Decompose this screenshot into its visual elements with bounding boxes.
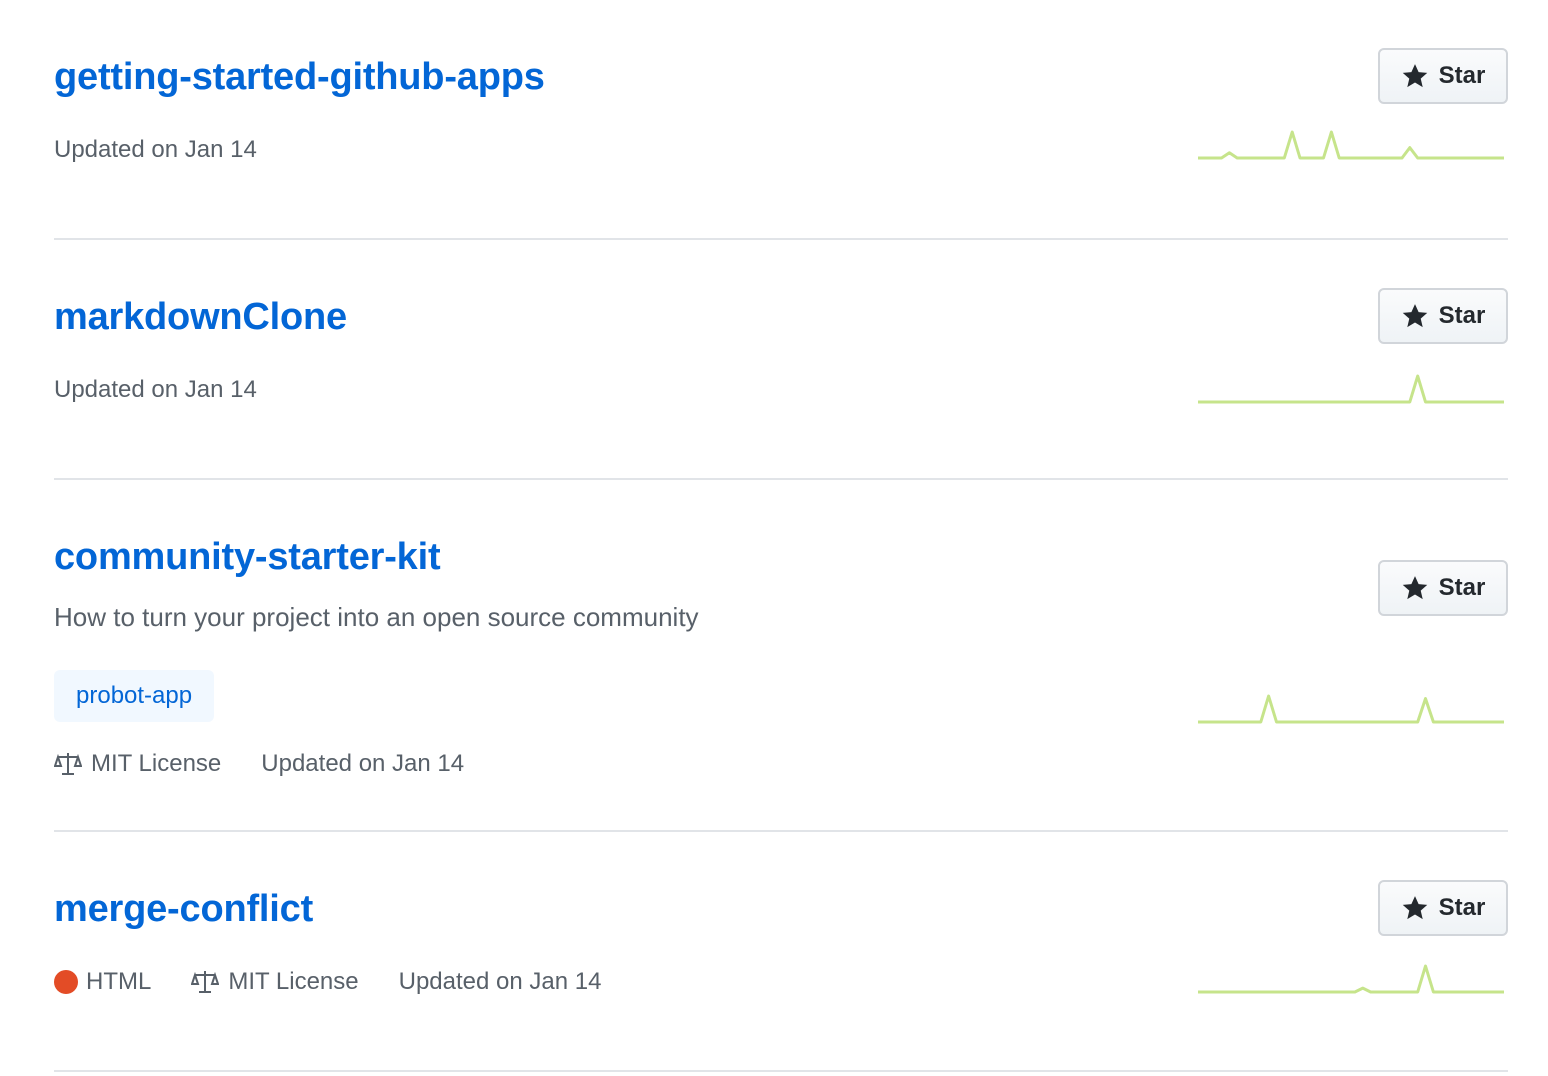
star-icon xyxy=(1402,304,1427,328)
updated-date: Updated on Jan 14 xyxy=(54,376,257,403)
license: MIT License xyxy=(54,750,221,778)
language-label: HTML xyxy=(86,968,152,995)
star-button[interactable]: Star xyxy=(1378,880,1508,936)
sparkline-path xyxy=(1198,130,1504,160)
repo-item: community-starter-kit How to turn your p… xyxy=(54,480,1508,832)
repo-name-link[interactable]: community-starter-kit xyxy=(54,536,441,579)
star-label: Star xyxy=(1438,574,1486,601)
updated-date: Updated on Jan 14 xyxy=(398,968,602,995)
star-icon xyxy=(1402,64,1427,88)
star-label: Star xyxy=(1438,302,1486,329)
star-button[interactable]: Star xyxy=(1378,288,1508,344)
updated-date: Updated on Jan 14 xyxy=(54,136,257,163)
topic-tag[interactable]: probot-app xyxy=(54,670,215,722)
star-icon xyxy=(1402,896,1427,920)
language: HTML xyxy=(54,968,151,996)
repo-list: getting-started-github-apps Updated on J… xyxy=(54,0,1508,1072)
language-color-dot xyxy=(54,970,78,994)
license: MIT License xyxy=(191,968,359,996)
activity-sparkline xyxy=(1198,694,1504,724)
star-icon xyxy=(1402,576,1427,600)
star-button[interactable]: Star xyxy=(1378,48,1508,104)
license-label: MIT License xyxy=(228,968,359,995)
repo-meta: MIT License Updated on Jan 14 xyxy=(54,747,504,781)
repo-name-link[interactable]: markdownClone xyxy=(54,296,347,339)
sparkline-path xyxy=(1198,964,1504,994)
sparkline-path xyxy=(1198,374,1504,404)
repo-meta: HTML MIT License Updated on Jan 14 xyxy=(54,965,641,999)
law-icon xyxy=(191,971,220,993)
repo-item: merge-conflict HTML MIT License Updated … xyxy=(54,832,1508,1072)
repo-meta: Updated on Jan 14 xyxy=(54,133,297,167)
repo-name-link[interactable]: getting-started-github-apps xyxy=(54,56,545,99)
sparkline-path xyxy=(1198,694,1504,724)
activity-sparkline xyxy=(1198,374,1504,404)
repo-item: getting-started-github-apps Updated on J… xyxy=(54,0,1508,240)
activity-sparkline xyxy=(1198,964,1504,994)
updated-date: Updated on Jan 14 xyxy=(261,750,465,777)
star-button[interactable]: Star xyxy=(1378,560,1508,616)
license-label: MIT License xyxy=(91,750,222,777)
repo-item: markdownClone Updated on Jan 14 Star xyxy=(54,240,1508,480)
star-label: Star xyxy=(1438,894,1486,921)
repo-name-link[interactable]: merge-conflict xyxy=(54,888,313,931)
star-label: Star xyxy=(1438,62,1486,89)
repo-meta: Updated on Jan 14 xyxy=(54,373,297,407)
activity-sparkline xyxy=(1198,130,1504,160)
law-icon xyxy=(54,753,82,775)
repo-description: How to turn your project into an open so… xyxy=(54,602,699,632)
